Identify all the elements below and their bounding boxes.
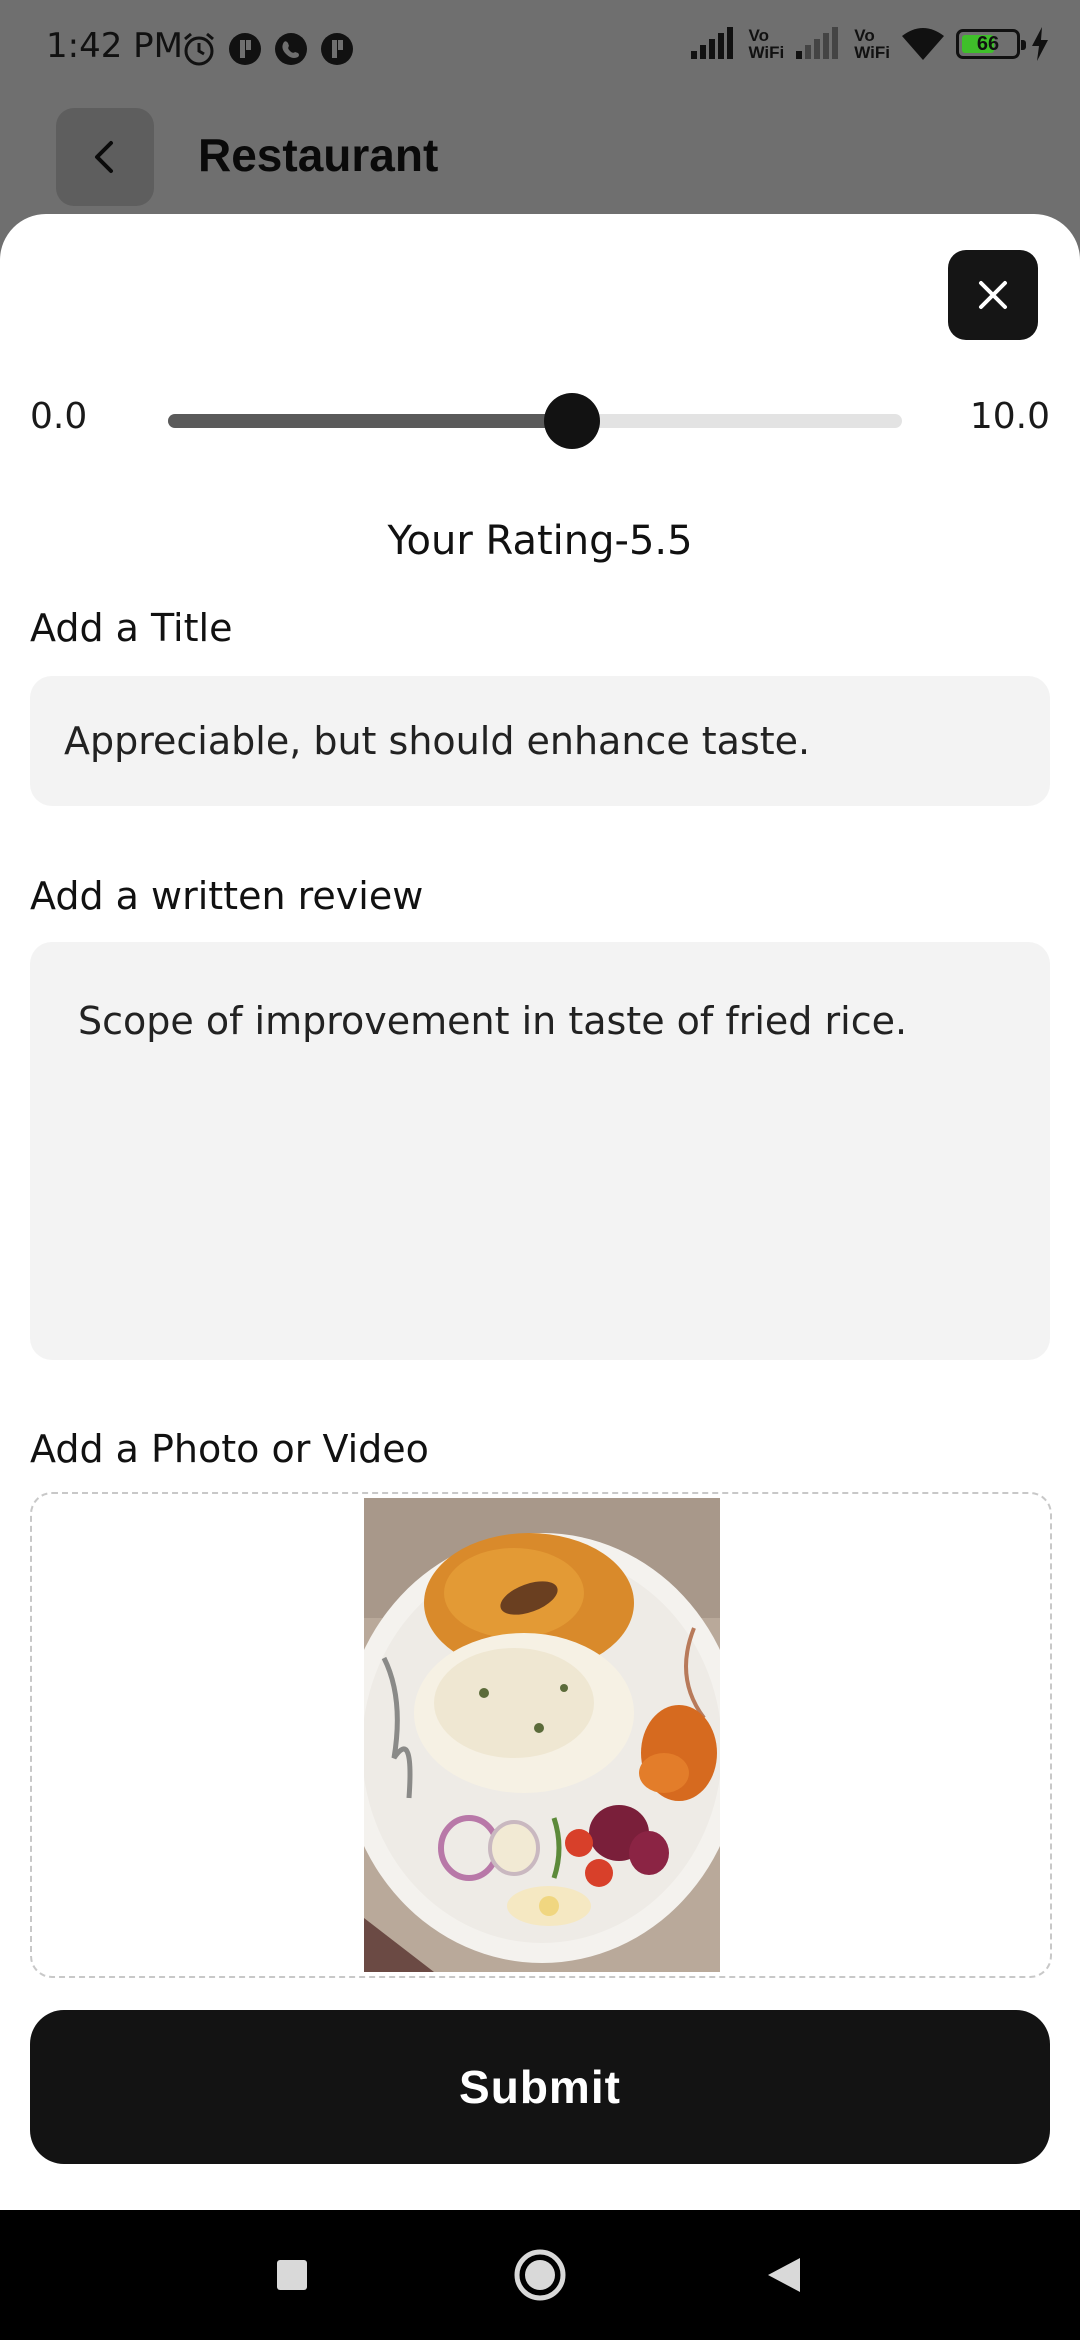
submit-button[interactable]: Submit <box>30 2010 1050 2164</box>
chevron-left-icon <box>95 141 113 173</box>
status-bar: 1:42 PM Vo WiFi Vo WiFi 66 <box>0 0 1080 100</box>
vowifi-label-top: Vo <box>748 26 769 45</box>
battery-level: 66 <box>976 32 1000 55</box>
phone-app-icon <box>275 33 307 65</box>
title-input-value: Appreciable, but should enhance taste. <box>64 719 811 763</box>
title-label: Add a Title <box>30 606 233 650</box>
system-status-icons: Vo WiFi Vo WiFi 66 <box>689 26 1050 62</box>
vowifi-icon: Vo WiFi <box>854 27 890 61</box>
signal-icon <box>690 27 733 59</box>
title-input[interactable]: Appreciable, but should enhance taste. <box>30 676 1050 806</box>
screen: 1:42 PM Vo WiFi Vo WiFi 66 Restaurant 0.… <box>0 0 1080 2340</box>
vowifi-label-top: Vo <box>854 26 875 45</box>
wifi-icon <box>902 28 944 60</box>
review-label: Add a written review <box>30 874 424 918</box>
alarm-icon <box>184 32 214 66</box>
app-icon <box>229 33 261 65</box>
slider-min-label: 0.0 <box>30 396 88 437</box>
back-nav-button[interactable] <box>724 2210 844 2340</box>
slider-active-track <box>168 414 572 428</box>
submit-label: Submit <box>459 2061 621 2113</box>
review-input[interactable]: Scope of improvement in taste of fried r… <box>30 942 1050 1360</box>
photo-label: Add a Photo or Video <box>30 1427 429 1471</box>
home-icon <box>514 2249 566 2301</box>
review-input-value: Scope of improvement in taste of fried r… <box>78 999 908 1043</box>
food-photo-thumbnail[interactable] <box>364 1498 720 1972</box>
rating-label: Your Rating-5.5 <box>387 518 693 564</box>
recent-apps-icon <box>277 2260 307 2290</box>
signal-icon <box>796 27 839 59</box>
vowifi-icon: Vo WiFi <box>749 27 785 61</box>
review-sheet: 0.0 10.0 Your Rating-5.5 Add a Title App… <box>0 214 1080 2210</box>
vowifi-label-bottom: WiFi <box>854 43 890 62</box>
page-title: Restaurant <box>198 129 439 181</box>
rating-slider[interactable] <box>168 393 902 449</box>
navigation-bar <box>0 2210 1080 2340</box>
charging-icon <box>1032 27 1048 61</box>
notification-icons <box>180 30 356 68</box>
app-icon <box>321 33 353 65</box>
battery-icon: 66 <box>956 29 1026 59</box>
close-button[interactable] <box>948 250 1038 340</box>
back-button[interactable] <box>56 108 154 206</box>
status-time: 1:42 PM <box>46 26 183 66</box>
home-button[interactable] <box>480 2210 600 2340</box>
recent-apps-button[interactable] <box>232 2210 352 2340</box>
vowifi-label-bottom: WiFi <box>748 43 785 62</box>
close-icon <box>979 281 1007 309</box>
slider-thumb[interactable] <box>543 393 600 449</box>
slider-max-label: 10.0 <box>969 396 1050 437</box>
photo-upload-area[interactable] <box>30 1492 1052 1978</box>
back-icon <box>768 2258 800 2292</box>
